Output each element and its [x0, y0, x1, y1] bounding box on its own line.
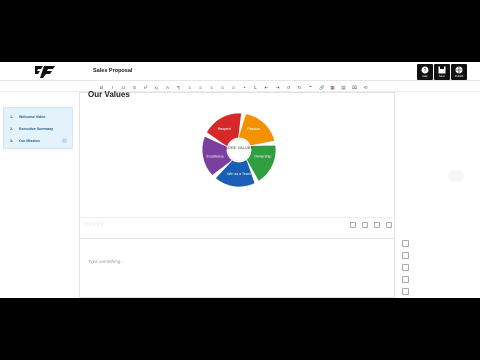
- nav-item-label: Our Mission: [19, 139, 40, 143]
- edit-icon[interactable]: [374, 222, 380, 228]
- card-footer: ☆☆☆☆☆: [80, 217, 396, 231]
- block-tool-icon[interactable]: [402, 288, 409, 295]
- publish-icon: [455, 66, 463, 74]
- wheel-segment-label: Ownership: [254, 155, 271, 159]
- text-placeholder[interactable]: Type something...: [88, 259, 124, 264]
- toolbar-button[interactable]: 🔗: [319, 85, 325, 90]
- toolbar-button[interactable]: •: [242, 85, 247, 90]
- help-button-label: Help: [422, 75, 428, 78]
- nav-item-label: Executive Summary: [19, 127, 54, 131]
- nav-item-number: 2.: [10, 127, 13, 131]
- toolbar-button[interactable]: ≡: [220, 85, 225, 90]
- publish-button[interactable]: Publish: [451, 64, 467, 80]
- block-tool-icon[interactable]: [402, 276, 409, 283]
- document-title: Sales Proposal: [93, 68, 133, 74]
- watermark-shape: [448, 170, 464, 182]
- toolbar-button[interactable]: ≡: [209, 85, 214, 90]
- toolbar-button[interactable]: ⌧: [352, 85, 357, 90]
- block-tool-icon[interactable]: [402, 252, 409, 259]
- app-window: Sales Proposal ? Help Save Publish BIUSx…: [0, 62, 480, 298]
- nav-item-label: Welcome Video: [19, 115, 46, 119]
- toolbar-button[interactable]: A: [165, 85, 170, 90]
- wheel-center: [227, 138, 251, 162]
- toolbar-button[interactable]: ≡: [198, 85, 203, 90]
- section-navigator: 1. Welcome Video 2. Executive Summary 3. Ou…: [3, 107, 73, 149]
- wheel-center-label: CORE VALUES: [225, 145, 253, 150]
- wheel-segment-label: Excellence: [207, 155, 224, 159]
- core-values-wheel: Passion Ownership Win as a Team Excellence R…: [201, 112, 277, 188]
- toolbar-button[interactable]: ⇤: [264, 85, 269, 90]
- nav-item-welcome-video[interactable]: 1. Welcome Video: [10, 115, 45, 121]
- section-heading: Our Values: [88, 90, 130, 99]
- block-tool-icon[interactable]: [402, 264, 409, 271]
- nav-item-executive-summary[interactable]: 2. Executive Summary: [10, 127, 53, 133]
- toolbar-button[interactable]: ≡: [187, 85, 192, 90]
- block-tool-icon[interactable]: [402, 240, 409, 247]
- toolbar-button[interactable]: ¶: [176, 85, 181, 90]
- nav-item-our-mission[interactable]: 3. Our Mission: [10, 138, 70, 145]
- toolbar-button[interactable]: ↻: [297, 85, 302, 90]
- link-icon[interactable]: [362, 222, 368, 228]
- wheel-segment-label: Respect: [218, 127, 231, 131]
- comment-icon[interactable]: [350, 222, 356, 228]
- toolbar-button[interactable]: x²: [143, 85, 148, 90]
- nav-item-number: 1.: [10, 115, 13, 119]
- toolbar-button[interactable]: ↺: [286, 85, 291, 90]
- wheel-segment-label: Passion: [247, 127, 260, 131]
- help-icon: ?: [421, 66, 429, 74]
- rating-stars-icon[interactable]: ☆☆☆☆☆: [84, 222, 104, 228]
- toolbar-button[interactable]: S: [132, 85, 137, 90]
- save-button-label: Save: [439, 75, 445, 78]
- toolbar-button[interactable]: ⇥: [275, 85, 280, 90]
- toolbar-button[interactable]: ⟲: [363, 85, 368, 90]
- toolbar-button[interactable]: ≡: [231, 85, 236, 90]
- company-logo: [35, 66, 55, 78]
- toolbar-button[interactable]: 1.: [253, 85, 258, 90]
- help-button[interactable]: ? Help: [417, 64, 433, 80]
- toolbar-button[interactable]: ▤: [341, 85, 346, 90]
- svg-text:?: ?: [424, 68, 427, 74]
- publish-button-label: Publish: [454, 75, 464, 78]
- delete-icon[interactable]: [386, 222, 392, 228]
- toolbar-button[interactable]: ▦: [330, 85, 335, 90]
- save-icon: [438, 66, 446, 74]
- toolbar-button[interactable]: ❝: [308, 85, 313, 90]
- toolbar-button[interactable]: x₂: [154, 85, 159, 90]
- formatting-toolbar: B I U Sx² x₂ A ¶ ≡ ≡ ≡ ≡ ≡ • 1. ⇤ ⇥ ↺ ↻ ❝ 🔗 ▦ ▤ ⌧ ⟲: [0, 82, 480, 92]
- active-indicator-icon: [62, 138, 67, 143]
- nav-item-number: 3.: [10, 139, 13, 143]
- header-bar: Sales Proposal ? Help Save Publish: [0, 62, 480, 81]
- wheel-segment-label: Win as a Team: [227, 172, 251, 176]
- text-section-card[interactable]: Type something...: [79, 238, 395, 298]
- save-button[interactable]: Save: [434, 64, 450, 80]
